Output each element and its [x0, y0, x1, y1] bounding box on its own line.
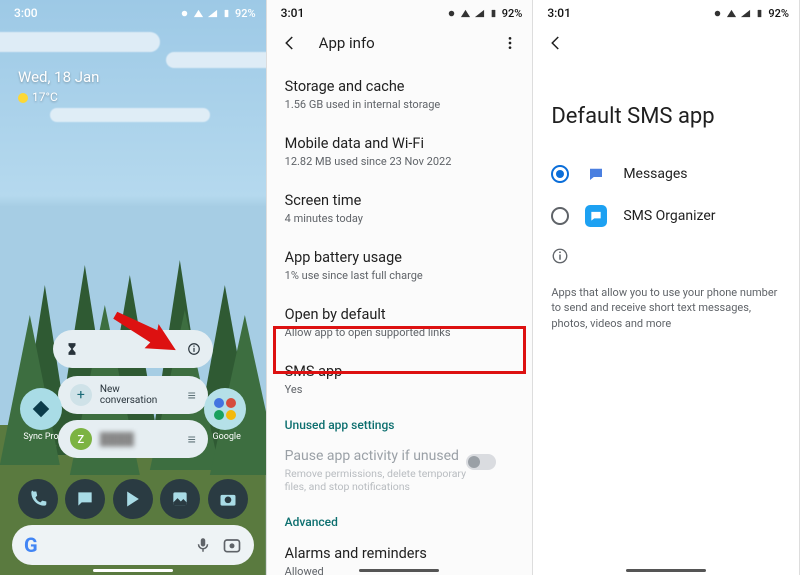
more-icon[interactable] — [502, 35, 518, 51]
status-bar: 3:00 92% — [0, 0, 266, 22]
unused-section-label: Unused app settings — [285, 408, 515, 436]
default-sms-screen: 3:01 92% Default SMS app Messages SMS Or… — [533, 0, 800, 575]
info-icon-row[interactable] — [533, 237, 799, 279]
back-icon[interactable] — [281, 34, 299, 52]
phone-app[interactable] — [18, 479, 58, 519]
contact-widget[interactable]: Z ████ ≡ — [58, 420, 208, 458]
info-icon — [187, 342, 201, 356]
date-text: Wed, 18 Jan — [18, 68, 99, 86]
nav-handle[interactable] — [359, 569, 439, 572]
sun-icon — [18, 93, 28, 103]
sms-app-item[interactable]: SMS app Yes — [285, 351, 515, 408]
advanced-section-label: Advanced — [285, 505, 515, 533]
lens-icon[interactable] — [222, 535, 242, 555]
appbar-title: App info — [319, 34, 375, 52]
page-title: Default SMS app — [533, 54, 799, 153]
date-widget[interactable]: Wed, 18 Jan 17°C — [18, 68, 99, 104]
status-time: 3:00 — [14, 6, 38, 20]
option-label: Messages — [623, 166, 687, 182]
radio-unselected-icon[interactable] — [551, 207, 569, 225]
folder-label-google: Google — [202, 432, 252, 442]
app-icon-syncpro[interactable] — [20, 388, 62, 430]
eq-icon: ≡ — [188, 387, 196, 404]
option-sms-organizer[interactable]: SMS Organizer — [533, 195, 799, 237]
appbar: App info — [267, 22, 533, 64]
pause-toggle[interactable] — [466, 454, 496, 470]
status-time: 3:01 — [547, 6, 571, 20]
status-time: 3:01 — [281, 6, 305, 20]
home-screen: 3:00 92% Wed, 18 Jan 17°C + New conversa… — [0, 0, 267, 575]
avatar: Z — [70, 428, 92, 450]
new-conversation-widget[interactable]: + New conversation ≡ — [58, 376, 208, 414]
weather-text: 17°C — [18, 90, 99, 104]
messages-app[interactable] — [65, 479, 105, 519]
nav-handle[interactable] — [93, 569, 173, 572]
photos-app[interactable] — [160, 479, 200, 519]
plus-icon: + — [70, 384, 92, 406]
back-icon[interactable] — [547, 34, 565, 52]
option-messages[interactable]: Messages — [533, 153, 799, 195]
status-icons: 92% — [179, 7, 256, 20]
screen-time-item[interactable]: Screen time 4 minutes today — [285, 180, 515, 237]
hourglass-icon — [65, 342, 79, 356]
camera-app[interactable] — [208, 479, 248, 519]
eq-icon: ≡ — [188, 431, 196, 448]
open-default-item[interactable]: Open by default Allow app to open suppor… — [285, 294, 515, 351]
nav-handle[interactable] — [626, 569, 706, 572]
appbar — [533, 22, 799, 54]
storage-cache-item[interactable]: Storage and cache 1.56 GB used in intern… — [285, 66, 515, 123]
google-search-bar[interactable]: G — [12, 525, 254, 565]
widget-label: New conversation — [100, 384, 180, 406]
app-label-syncpro: Sync Pro — [16, 432, 66, 442]
status-icons: 92% — [712, 7, 789, 20]
status-bar: 3:01 92% — [533, 0, 799, 22]
sms-organizer-icon — [585, 205, 607, 227]
google-folder[interactable] — [204, 388, 246, 430]
play-store-app[interactable] — [113, 479, 153, 519]
app-info-screen: 3:01 92% App info Storage and cache 1.56… — [267, 0, 534, 575]
mic-icon[interactable] — [194, 536, 212, 554]
google-g-icon: G — [24, 533, 38, 557]
messages-app-icon — [585, 163, 607, 185]
description-text: Apps that allow you to use your phone nu… — [533, 279, 799, 337]
dock — [0, 479, 266, 519]
status-icons: 92% — [446, 7, 523, 20]
radio-selected-icon[interactable] — [551, 165, 569, 183]
mobile-data-item[interactable]: Mobile data and Wi-Fi 12.82 MB used sinc… — [285, 123, 515, 180]
option-label: SMS Organizer — [623, 208, 715, 224]
info-icon — [551, 247, 569, 265]
pause-activity-item: Pause app activity if unused Remove perm… — [285, 436, 515, 505]
battery-usage-item[interactable]: App battery usage 1% use since last full… — [285, 237, 515, 294]
contact-name-blurred: ████ — [100, 432, 134, 446]
status-bar: 3:01 92% — [267, 0, 533, 22]
